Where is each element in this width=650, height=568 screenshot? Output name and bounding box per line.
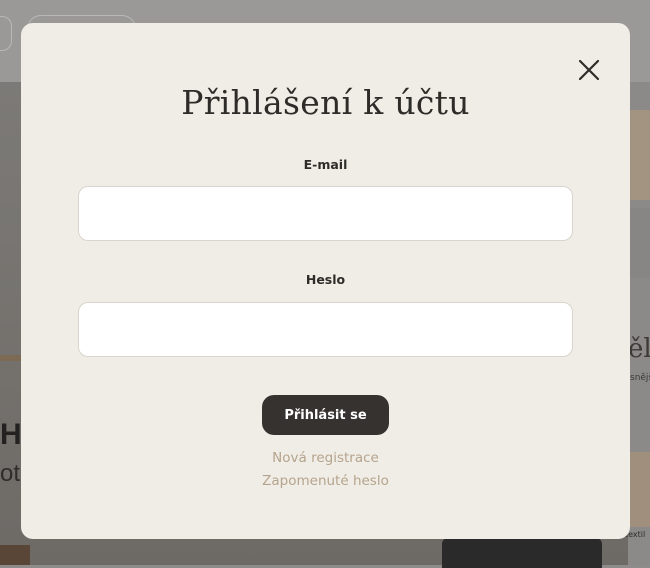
side-subtext-fragment: snějš (630, 373, 650, 383)
header-pill-left (0, 16, 12, 51)
hero-image-corner (0, 545, 30, 565)
close-icon (578, 59, 600, 81)
forgot-password-link[interactable]: Zapomenuté heslo (21, 473, 630, 489)
modal-title: Přihlášení k účtu (181, 83, 470, 122)
password-field[interactable] (78, 302, 573, 357)
product-image (628, 208, 650, 278)
email-field[interactable] (78, 186, 573, 241)
login-modal: Přihlášení k účtu E-mail Heslo Přihlásit… (21, 23, 630, 539)
hero-heading-fragment: H (0, 418, 22, 451)
register-link[interactable]: Nová registrace (21, 450, 630, 466)
product-image (628, 452, 650, 527)
laptop-image (442, 538, 602, 568)
side-heading-fragment: ěl (628, 334, 650, 364)
close-button[interactable] (576, 57, 602, 83)
login-button[interactable]: Přihlásit se (262, 395, 389, 435)
password-label: Heslo (305, 272, 346, 287)
email-label: E-mail (303, 157, 348, 172)
product-image (628, 110, 650, 200)
hero-subtext-fragment: ot (0, 460, 21, 487)
